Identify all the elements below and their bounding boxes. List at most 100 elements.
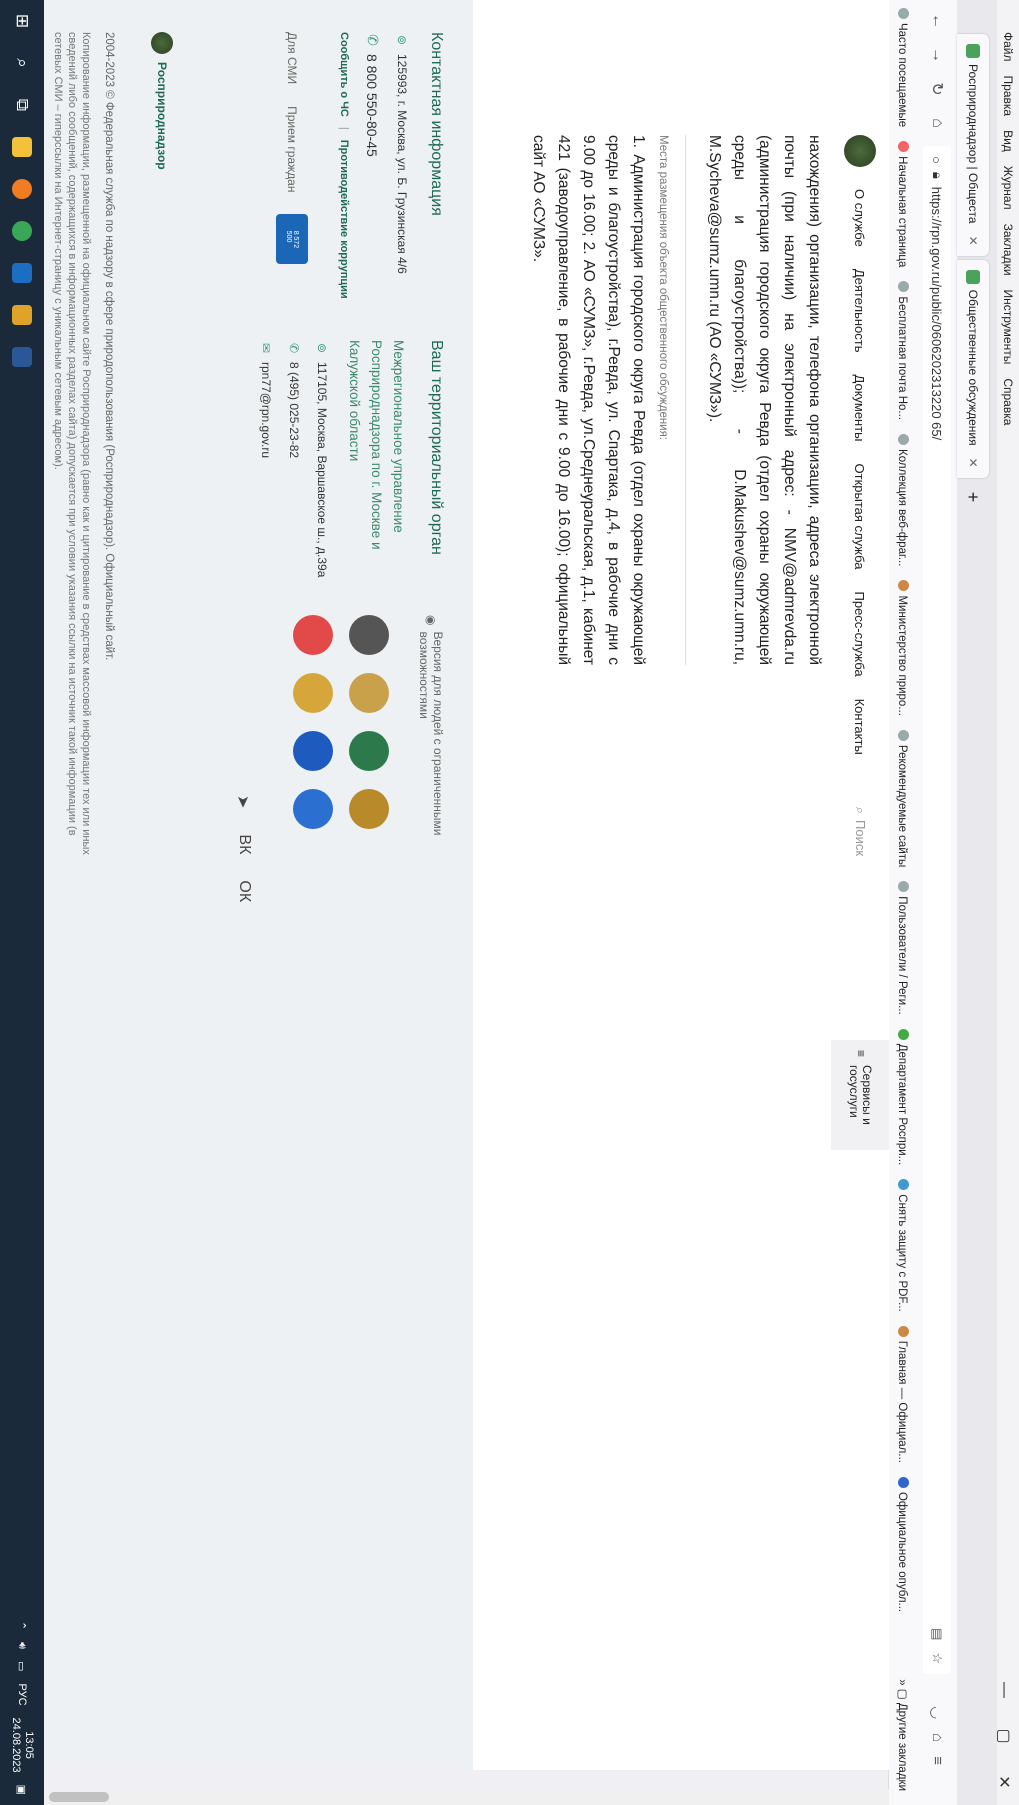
- menu-view[interactable]: Вид: [1001, 130, 1015, 152]
- terr-phone[interactable]: ✆ 8 (495) 025-23-82: [287, 340, 301, 600]
- chevron-up-icon[interactable]: ⌃: [16, 1621, 29, 1630]
- close-tab-icon[interactable]: ✕: [966, 458, 980, 468]
- close-icon[interactable]: ✕: [989, 1759, 1019, 1805]
- new-tab-icon[interactable]: +: [957, 482, 989, 513]
- emblem-logo[interactable]: [844, 135, 876, 167]
- window-controls: — ▢ ✕: [989, 1667, 1019, 1805]
- emblem-icon[interactable]: [349, 673, 389, 713]
- favicon-icon: [966, 269, 980, 284]
- bookmarks-bar: Часто посещаемые Начальная страница Бесп…: [888, 0, 917, 1805]
- partner-emblems: [293, 615, 389, 875]
- bookmark-item[interactable]: Снять защиту с PDF...: [897, 1179, 910, 1312]
- link-corruption[interactable]: Противодействие коррупции: [338, 140, 350, 299]
- home-icon[interactable]: ⌂: [928, 112, 946, 134]
- bookmark-item[interactable]: Коллекция веб-фраг...: [897, 434, 910, 566]
- menu-help[interactable]: Справка: [1001, 378, 1015, 425]
- pocket-icon[interactable]: ◡: [928, 1706, 946, 1719]
- hotline-badge-icon[interactable]: 8 572 500: [276, 214, 308, 265]
- scrollbar[interactable]: [44, 1789, 889, 1805]
- menu-edit[interactable]: Правка: [1001, 76, 1015, 117]
- tab-public-discussions[interactable]: Общественные обсуждения ✕: [957, 259, 989, 478]
- phone-line[interactable]: ✆ 8 800 550-80-45: [364, 32, 382, 332]
- tab-rpn[interactable]: Росприроднадзор | Общеста ✕: [957, 34, 989, 256]
- notifications-icon[interactable]: ▣: [16, 1785, 29, 1795]
- bookmark-item[interactable]: Департамент Роспри...: [897, 1028, 910, 1165]
- portal-icon[interactable]: [293, 731, 333, 771]
- reload-icon[interactable]: ↻: [927, 78, 947, 100]
- accessibility-link[interactable]: ◉ Версия для людей с ограниченными возмо…: [417, 615, 445, 875]
- phone-icon: ✆: [365, 34, 381, 46]
- menu-bookmarks[interactable]: Закладки: [1001, 224, 1015, 276]
- tab-strip: Росприроднадзор | Общеста ✕ Общественные…: [957, 0, 997, 1805]
- terr-email[interactable]: ✉ rpn77@rpn.gov.ru: [259, 340, 273, 600]
- link-reception[interactable]: Прием граждан: [285, 106, 299, 192]
- start-icon[interactable]: ⊞: [0, 0, 44, 42]
- mail-icon: ✉: [259, 342, 273, 354]
- firefox-icon[interactable]: [0, 168, 44, 210]
- contacts-block: Контактная информация ⊚ 125993, г. Москв…: [276, 32, 445, 332]
- site-search[interactable]: ⌕ Поиск: [852, 807, 868, 856]
- favicon-icon: [966, 44, 980, 58]
- copyright: 2004-2023 © Федеральная служба по надзор…: [103, 32, 115, 661]
- footer-brand[interactable]: Росприроднадзор: [151, 32, 173, 170]
- nav-press[interactable]: Пресс-служба: [853, 592, 868, 677]
- vk-icon[interactable]: ВК: [233, 834, 253, 854]
- emblem-icon[interactable]: [349, 731, 389, 771]
- contacts-title: Контактная информация: [428, 32, 445, 216]
- clock[interactable]: 13:05 24.08.2023: [9, 1718, 35, 1773]
- services-button[interactable]: ≡ Сервисы и госуслуги: [831, 1040, 889, 1150]
- system-tray: ⌃ 🔊︎ ▭ РУС 13:05 24.08.2023 ▣: [9, 1621, 35, 1795]
- rosatom-icon[interactable]: [293, 789, 333, 829]
- menu-tools[interactable]: Инструменты: [1001, 290, 1015, 365]
- nav-open-service[interactable]: Открытая служба: [853, 464, 868, 570]
- bookmark-item[interactable]: Часто посещаемые: [897, 8, 910, 127]
- territorial-name[interactable]: Межрегиональное управление Росприроднадз…: [343, 340, 409, 560]
- ok-icon[interactable]: ОК: [233, 880, 253, 902]
- bookmark-item[interactable]: Рекомендуемые сайты: [897, 729, 910, 867]
- bookmark-item[interactable]: Официальное опубл...: [897, 1476, 910, 1612]
- nav-activity[interactable]: Деятельность: [853, 269, 868, 353]
- tab-label: Общественные обсуждения: [966, 289, 980, 446]
- phone-icon: ✆: [287, 342, 301, 354]
- reader-icon[interactable]: ▤: [929, 1628, 945, 1640]
- menu-history[interactable]: Журнал: [1001, 166, 1015, 210]
- menu-file[interactable]: Файл: [1001, 32, 1015, 62]
- nav-contacts[interactable]: Контакты: [853, 699, 868, 755]
- bookmark-item[interactable]: Пользователи / Реги...: [897, 881, 910, 1015]
- emblem-icon[interactable]: [293, 673, 333, 713]
- other-bookmarks[interactable]: » ▢ Другие закладки: [896, 1679, 910, 1791]
- word-icon[interactable]: [0, 336, 44, 378]
- emblem-icon[interactable]: [349, 789, 389, 829]
- minimize-icon[interactable]: —: [989, 1667, 1019, 1713]
- bookmark-item[interactable]: Главная — Официал...: [897, 1325, 910, 1463]
- explorer-icon[interactable]: [0, 126, 44, 168]
- search-icon[interactable]: ⌕: [0, 42, 44, 84]
- scroll-thumb[interactable]: [49, 1792, 109, 1802]
- nav-documents[interactable]: Документы: [853, 375, 868, 442]
- maximize-icon[interactable]: ▢: [989, 1713, 1019, 1759]
- nav-about[interactable]: О службе: [853, 189, 868, 247]
- extensions-icon[interactable]: ⌂: [928, 1733, 946, 1742]
- bookmark-item[interactable]: Начальная страница: [897, 141, 910, 267]
- bookmark-item[interactable]: Министерство приро...: [897, 580, 910, 716]
- emblem-icon[interactable]: [349, 615, 389, 655]
- chrome-icon[interactable]: [0, 210, 44, 252]
- close-tab-icon[interactable]: ✕: [966, 236, 980, 246]
- star-icon[interactable]: ☆: [929, 1652, 945, 1664]
- telegram-icon[interactable]: ➤: [233, 795, 253, 808]
- bookmark-item[interactable]: Бесплатная почта Но...: [897, 281, 910, 420]
- link-media[interactable]: Для СМИ: [285, 32, 299, 84]
- outlook-icon[interactable]: [0, 252, 44, 294]
- volume-icon[interactable]: 🔊︎: [16, 1642, 29, 1649]
- overflow-menu-icon[interactable]: ≡: [928, 1756, 946, 1765]
- back-icon[interactable]: ←: [928, 10, 946, 32]
- url-bar[interactable]: ○ 🔒︎ https://rpn.gov.ru/public/060620231…: [923, 146, 951, 1675]
- forward-icon[interactable]: →: [928, 44, 946, 66]
- site-nav: О службе Деятельность Документы Открытая…: [831, 135, 889, 1165]
- link-emergency[interactable]: Сообщить о ЧС: [338, 32, 350, 117]
- network-icon[interactable]: ▭: [16, 1661, 29, 1671]
- acrobat-icon[interactable]: [0, 294, 44, 336]
- gosuslugi-icon[interactable]: [293, 615, 333, 655]
- task-view-icon[interactable]: ⧉: [0, 84, 44, 126]
- language-indicator[interactable]: РУС: [16, 1684, 28, 1706]
